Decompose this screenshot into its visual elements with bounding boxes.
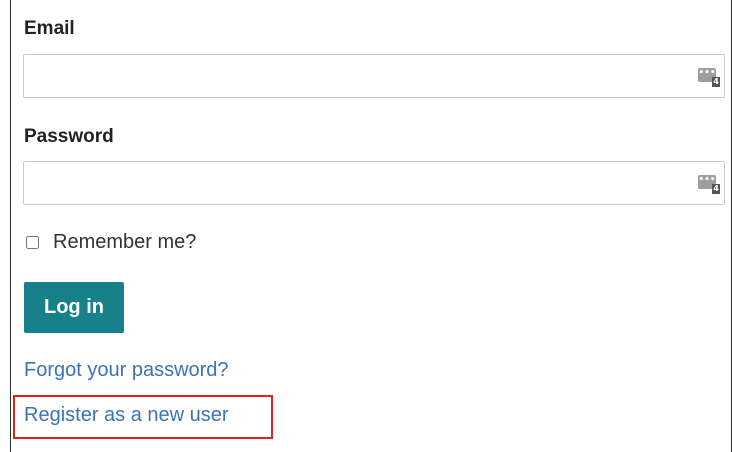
password-manager-badge: 4 [712, 184, 720, 194]
remember-me-label: Remember me? [53, 231, 197, 253]
email-field[interactable] [24, 55, 704, 95]
password-manager-badge: 4 [712, 77, 720, 87]
remember-me-row[interactable]: Remember me? [24, 231, 196, 254]
frame-left-border [10, 0, 11, 452]
password-manager-icon[interactable]: ••• 4 [698, 68, 720, 87]
login-button[interactable]: Log in [24, 282, 124, 333]
forgot-password-link[interactable]: Forgot your password? [24, 359, 229, 382]
password-field[interactable] [24, 162, 704, 202]
password-label: Password [24, 126, 114, 147]
password-field-container: ••• 4 [23, 161, 725, 205]
email-label: Email [24, 18, 75, 39]
remember-me-checkbox[interactable] [26, 236, 39, 249]
register-link[interactable]: Register as a new user [24, 404, 229, 427]
password-manager-icon[interactable]: ••• 4 [698, 175, 720, 194]
email-field-container: ••• 4 [23, 54, 725, 98]
